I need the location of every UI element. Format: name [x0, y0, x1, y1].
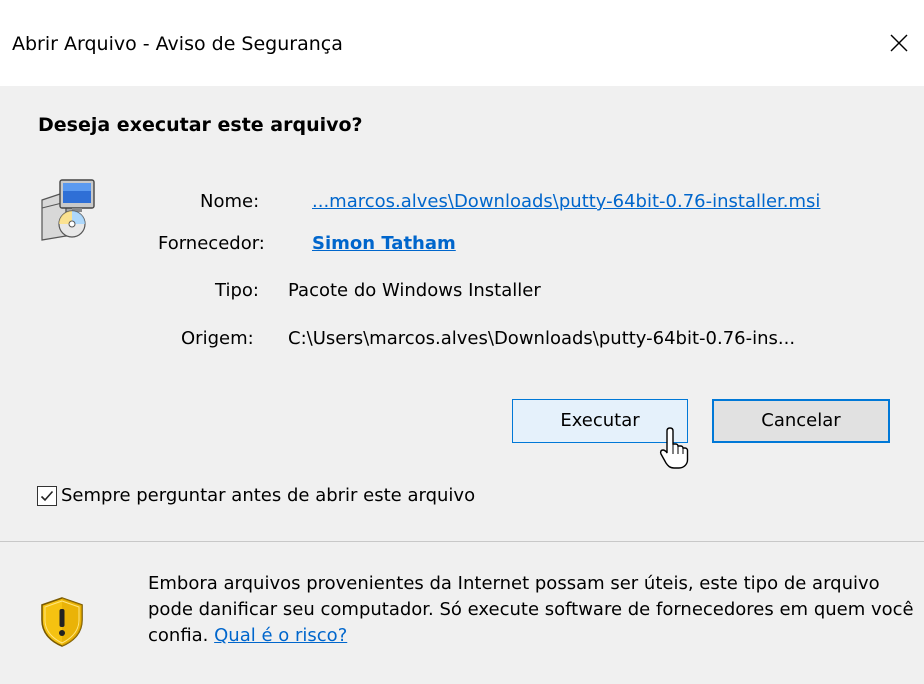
cancel-button[interactable]: Cancelar — [712, 399, 890, 443]
file-name-link[interactable]: ...marcos.alves\Downloads\putty-64bit-0.… — [312, 190, 820, 214]
publisher-link[interactable]: Simon Tatham — [312, 232, 456, 256]
publisher-label: Fornecedor: — [158, 233, 265, 254]
run-question-heading: Deseja executar este arquivo? — [38, 114, 363, 136]
origin-value: C:\Users\marcos.alves\Downloads\putty-64… — [288, 328, 796, 349]
windows-installer-icon — [41, 179, 95, 241]
window-title: Abrir Arquivo - Aviso de Segurança — [12, 33, 343, 55]
warning-message: Embora arquivos provenientes da Internet… — [148, 571, 918, 649]
name-label: Nome: — [200, 191, 260, 212]
check-mark-icon — [40, 490, 54, 502]
close-icon — [890, 34, 908, 52]
close-button[interactable] — [874, 18, 924, 68]
always-ask-option[interactable]: Sempre perguntar antes de abrir este arq… — [37, 484, 475, 508]
origin-label: Origem: — [181, 328, 254, 349]
type-label: Tipo: — [215, 280, 259, 301]
type-value: Pacote do Windows Installer — [288, 280, 541, 301]
title-bar: Abrir Arquivo - Aviso de Segurança — [0, 0, 924, 86]
always-ask-checkbox[interactable] — [37, 486, 57, 506]
security-shield-icon — [41, 597, 83, 647]
security-warning-dialog: Abrir Arquivo - Aviso de Segurança Desej… — [0, 0, 924, 684]
risk-link[interactable]: Qual é o risco? — [214, 625, 347, 646]
run-button[interactable]: Executar — [512, 399, 688, 443]
always-ask-label: Sempre perguntar antes de abrir este arq… — [61, 485, 476, 506]
